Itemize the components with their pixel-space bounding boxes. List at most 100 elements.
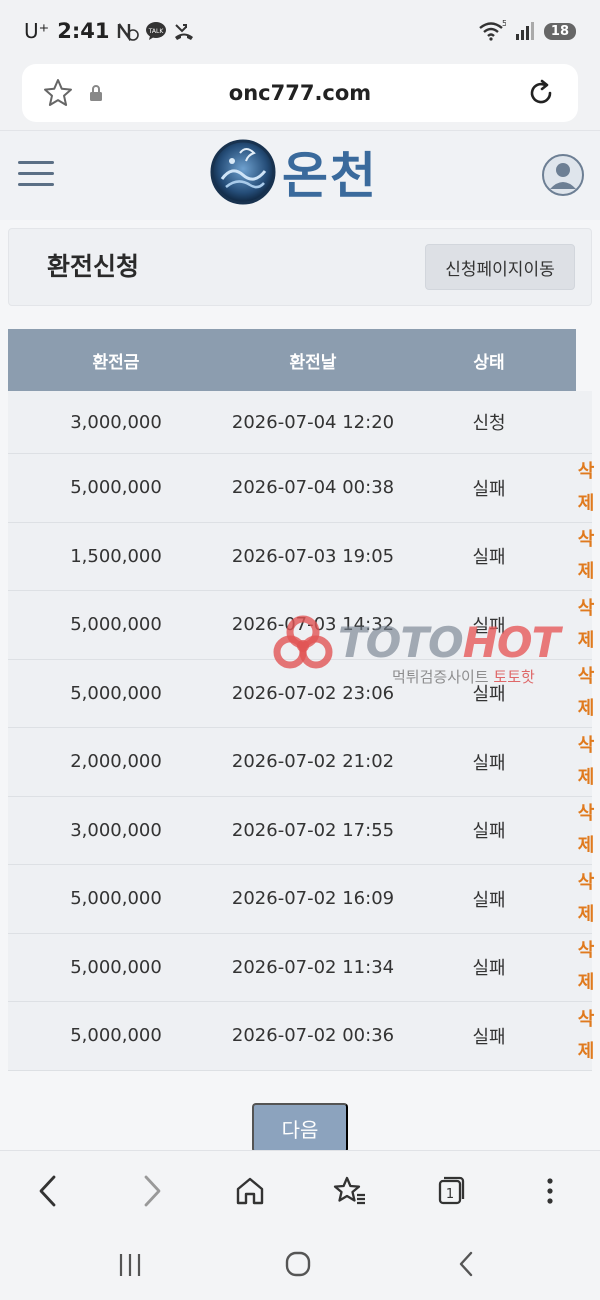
delete-button[interactable]: 삭제 xyxy=(576,728,596,796)
back-icon[interactable] xyxy=(28,1171,68,1211)
delete-char-1: 삭 xyxy=(577,803,595,825)
cell-status: 실패 xyxy=(472,1026,506,1048)
page-title: 환전신청 xyxy=(47,252,140,281)
wifi-icon: 5 xyxy=(479,20,506,41)
delete-char-2: 제 xyxy=(577,629,595,651)
cell-amount: 5,000,000 xyxy=(70,477,162,499)
table-row: 2,000,000 2026-07-02 21:02 실패 삭제 xyxy=(8,728,594,797)
cell-date: 2026-07-02 16:09 xyxy=(231,888,395,910)
cell-amount: 5,000,000 xyxy=(70,956,162,978)
cell-amount: 5,000,000 xyxy=(70,888,162,910)
cell-status: 실패 xyxy=(472,958,506,980)
svg-text:5: 5 xyxy=(502,20,506,28)
talk-icon: TALK xyxy=(146,22,167,40)
delete-char-2: 제 xyxy=(577,835,595,857)
missed-call-icon xyxy=(175,24,194,40)
delete-char-1: 삭 xyxy=(577,460,595,482)
status-bar: U⁺ 2:41 TALK 5 18 xyxy=(0,0,600,62)
title-card: 환전신청 신청페이지이동 xyxy=(8,228,592,306)
carrier-label: U⁺ xyxy=(24,19,50,43)
delete-button[interactable]: 삭제 xyxy=(576,1002,596,1070)
go-to-request-page-button[interactable]: 신청페이지이동 xyxy=(425,244,575,290)
forward-icon[interactable] xyxy=(132,1171,172,1211)
cell-amount: 3,000,000 xyxy=(70,819,162,841)
column-header-date: 환전날 xyxy=(289,352,337,373)
site-header: 온천 xyxy=(0,130,600,220)
delete-button[interactable]: 삭제 xyxy=(576,591,596,659)
cell-status: 실패 xyxy=(472,478,506,500)
delete-button[interactable]: 삭제 xyxy=(576,660,596,728)
delete-char-2: 제 xyxy=(577,766,595,788)
svg-text:1: 1 xyxy=(446,1187,454,1202)
home-icon[interactable] xyxy=(230,1171,270,1211)
cell-status: 신청 xyxy=(472,413,506,434)
cell-date: 2026-07-02 23:06 xyxy=(231,682,395,704)
browser-address-area: onc777.com xyxy=(0,62,600,130)
column-header-amount: 환전금 xyxy=(92,352,140,373)
delete-button[interactable]: 삭제 xyxy=(576,454,596,522)
cell-amount: 5,000,000 xyxy=(70,1025,162,1047)
cell-date: 2026-07-02 00:36 xyxy=(231,1025,395,1047)
cell-status: 실패 xyxy=(472,821,506,843)
table-row: 5,000,000 2026-07-02 11:34 실패 삭제 xyxy=(8,933,594,1002)
recent-apps-icon[interactable] xyxy=(117,1252,143,1282)
delete-button[interactable]: 삭제 xyxy=(576,797,596,865)
withdrawal-table: 환전금 환전날 상태 3,000,000 2026-07-04 12:20 신청… xyxy=(8,329,594,1071)
cell-status: 실패 xyxy=(472,615,506,637)
delete-button[interactable]: 삭제 xyxy=(576,934,596,1002)
cell-amount: 1,500,000 xyxy=(70,545,162,567)
delete-char-2: 제 xyxy=(577,492,595,514)
cell-date: 2026-07-04 00:38 xyxy=(231,477,395,499)
nav-back-icon[interactable] xyxy=(456,1250,476,1282)
cell-date: 2026-07-03 14:32 xyxy=(231,614,395,636)
table-row: 5,000,000 2026-07-03 14:32 실패 삭제 xyxy=(8,591,594,660)
delete-char-2: 제 xyxy=(577,903,595,925)
home-circle-icon[interactable] xyxy=(284,1250,312,1282)
url-text[interactable]: onc777.com xyxy=(22,81,578,105)
cell-status: 실패 xyxy=(472,547,506,569)
user-avatar-icon[interactable] xyxy=(541,153,585,201)
column-header-status: 상태 xyxy=(473,352,505,373)
tabs-icon[interactable]: 1 xyxy=(430,1171,470,1211)
reload-icon[interactable] xyxy=(526,78,556,112)
cell-date: 2026-07-02 21:02 xyxy=(231,751,395,773)
cell-amount: 2,000,000 xyxy=(70,751,162,773)
signal-icon xyxy=(515,22,534,40)
delete-char-1: 삭 xyxy=(577,666,595,688)
cell-status: 실패 xyxy=(472,889,506,911)
svg-text:TALK: TALK xyxy=(148,28,165,35)
cell-status: 실패 xyxy=(472,684,506,706)
more-icon[interactable] xyxy=(530,1171,570,1211)
cell-amount: 3,000,000 xyxy=(70,411,162,433)
browser-toolbar: 1 xyxy=(0,1150,600,1228)
delete-char-1: 삭 xyxy=(577,529,595,551)
delete-char-1: 삭 xyxy=(577,1008,595,1030)
menu-icon[interactable] xyxy=(18,161,54,189)
delete-char-2: 제 xyxy=(577,698,595,720)
nfc-icon xyxy=(118,23,140,41)
table-header: 환전금 환전날 상태 xyxy=(8,329,576,391)
cell-date: 2026-07-03 19:05 xyxy=(231,545,395,567)
bookmarks-icon[interactable] xyxy=(330,1171,370,1211)
table-row: 1,500,000 2026-07-03 19:05 실패 삭제 xyxy=(8,522,594,591)
table-row: 5,000,000 2026-07-02 16:09 실패 삭제 xyxy=(8,865,594,934)
delete-char-1: 삭 xyxy=(577,597,595,619)
clock: 2:41 xyxy=(57,19,110,43)
delete-char-2: 제 xyxy=(577,972,595,994)
delete-button[interactable]: 삭제 xyxy=(576,865,596,933)
notification-icons: TALK xyxy=(117,21,195,41)
delete-char-2: 제 xyxy=(577,1040,595,1062)
cell-amount: 5,000,000 xyxy=(70,682,162,704)
cell-status: 실패 xyxy=(472,752,506,774)
cell-date: 2026-07-02 11:34 xyxy=(231,956,395,978)
table-row: 3,000,000 2026-07-02 17:55 실패 삭제 xyxy=(8,796,594,865)
cell-date: 2026-07-04 12:20 xyxy=(231,411,395,433)
logo-emblem-icon xyxy=(210,139,276,205)
next-page-button[interactable]: 다음 xyxy=(252,1103,348,1153)
site-logo[interactable]: 온천 xyxy=(210,135,378,209)
cell-amount: 5,000,000 xyxy=(70,614,162,636)
address-bar[interactable]: onc777.com xyxy=(22,64,578,122)
delete-button[interactable]: 삭제 xyxy=(576,523,596,591)
delete-char-1: 삭 xyxy=(577,871,595,893)
table-row: 5,000,000 2026-07-04 00:38 실패 삭제 xyxy=(8,454,594,523)
